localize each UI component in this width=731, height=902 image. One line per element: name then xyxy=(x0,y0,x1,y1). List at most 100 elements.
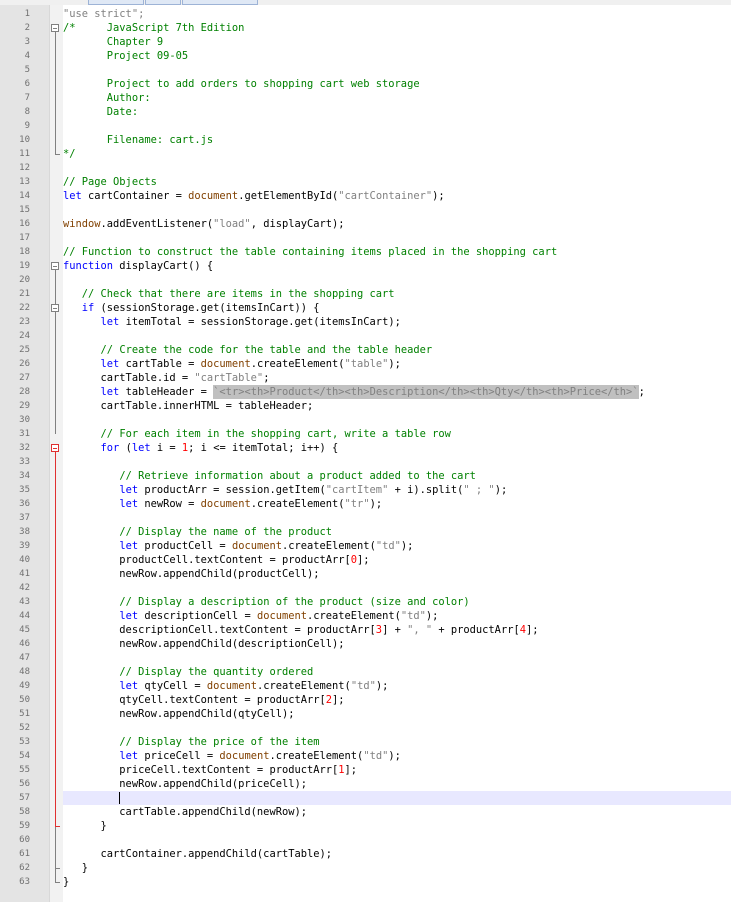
line-number: 63 xyxy=(19,877,30,887)
code-token: ); xyxy=(369,498,383,510)
line-number: 4 xyxy=(24,51,30,61)
code-token: ); xyxy=(388,358,401,370)
code-token: .createElement( xyxy=(307,610,401,622)
code-line[interactable]: Author: xyxy=(63,91,151,105)
code-line[interactable]: for (let i = 1; i <= itemTotal; i++) { xyxy=(63,441,339,455)
code-line[interactable]: let priceCell = document.createElement("… xyxy=(63,749,401,763)
code-line[interactable]: // Create the code for the table and the… xyxy=(63,343,433,357)
code-line[interactable]: Chapter 9 xyxy=(63,35,163,49)
code-line[interactable]: productCell.textContent = productArr[0]; xyxy=(63,553,369,567)
code-token: // Check that there are items in the sho… xyxy=(81,288,395,300)
code-line[interactable]: */ xyxy=(63,147,76,161)
code-token: "td" xyxy=(363,750,389,762)
code-line[interactable]: descriptionCell.textContent = productArr… xyxy=(63,623,538,637)
code-line[interactable]: } xyxy=(63,875,69,889)
code-line[interactable]: // Display a description of the product … xyxy=(63,595,469,609)
code-line[interactable]: let descriptionCell = document.createEle… xyxy=(63,609,438,623)
code-token: // For each item in the shopping cart, w… xyxy=(100,428,451,440)
code-line[interactable]: window.addEventListener("load", displayC… xyxy=(63,217,345,231)
code-line[interactable]: // Display the quantity ordered xyxy=(63,665,313,679)
code-line[interactable]: // Page Objects xyxy=(63,175,157,189)
code-token: cartTable = xyxy=(119,358,201,370)
code-token: */ xyxy=(63,148,76,160)
code-line[interactable]: cartTable.innerHTML = tableHeader; xyxy=(63,399,314,413)
code-line[interactable]: } xyxy=(63,819,107,833)
code-token: // Page Objects xyxy=(63,176,157,188)
code-token: ; xyxy=(263,372,270,384)
code-token: productCell.textContent = productArr[ xyxy=(63,554,351,566)
code-token: + productArr[ xyxy=(432,624,520,636)
code-line[interactable]: let productCell = document.createElement… xyxy=(63,539,413,553)
line-number: 61 xyxy=(19,849,30,859)
code-line[interactable]: Project to add orders to shopping cart w… xyxy=(63,77,420,91)
line-number: 51 xyxy=(19,709,30,719)
fold-collapse-icon[interactable] xyxy=(51,262,59,270)
code-line[interactable]: newRow.appendChild(descriptionCell); xyxy=(63,637,344,651)
code-line[interactable]: let cartContainer = document.getElementB… xyxy=(63,189,445,203)
code-line[interactable]: cartContainer.appendChild(cartTable); xyxy=(63,847,332,861)
code-token: priceCell.textContent = productArr[ xyxy=(63,764,339,776)
code-line[interactable]: // Display the name of the product xyxy=(63,525,332,539)
code-token: document xyxy=(200,358,251,370)
code-line[interactable]: qtyCell.textContent = productArr[2]; xyxy=(63,693,344,707)
line-number: 33 xyxy=(19,457,30,467)
code-line[interactable]: let itemTotal = sessionStorage.get(items… xyxy=(63,315,401,329)
code-line[interactable]: } xyxy=(63,861,88,875)
code-token: .addEventListener( xyxy=(100,218,214,230)
code-token: // Retrieve information about a product … xyxy=(119,470,476,482)
line-number: 9 xyxy=(24,121,30,131)
code-line[interactable]: newRow.appendChild(productCell); xyxy=(63,567,319,581)
code-token: document xyxy=(206,680,257,692)
code-line[interactable]: // Function to construct the table conta… xyxy=(63,245,557,259)
code-line[interactable]: /* JavaScript 7th Edition xyxy=(63,21,244,35)
code-line[interactable]: cartTable.appendChild(newRow); xyxy=(63,805,307,819)
line-number: 38 xyxy=(19,527,30,537)
line-number: 62 xyxy=(19,863,30,873)
code-token: // Display the quantity ordered xyxy=(119,666,314,678)
code-token: "td" xyxy=(350,680,376,692)
code-line[interactable]: newRow.appendChild(qtyCell); xyxy=(63,707,294,721)
line-number: 37 xyxy=(19,513,30,523)
line-number: 24 xyxy=(19,331,30,341)
code-token: /* JavaScript 7th Edition xyxy=(63,22,245,34)
code-token: "table" xyxy=(344,358,389,370)
code-line[interactable]: Date: xyxy=(63,105,138,119)
code-line[interactable]: // Check that there are items in the sho… xyxy=(63,287,395,301)
code-token: ", " xyxy=(407,624,433,636)
code-token: newRow = xyxy=(138,498,201,510)
code-line[interactable]: // Display the price of the item xyxy=(63,735,319,749)
code-line[interactable]: Project 09-05 xyxy=(63,49,188,63)
code-line[interactable]: // Retrieve information about a product … xyxy=(63,469,476,483)
code-line[interactable]: cartTable.id = "cartTable"; xyxy=(63,371,270,385)
code-line[interactable]: let cartTable = document.createElement("… xyxy=(63,357,401,371)
code-line[interactable]: // For each item in the shopping cart, w… xyxy=(63,427,451,441)
code-line[interactable]: function displayCart() { xyxy=(63,259,213,273)
code-token: priceCell = xyxy=(138,750,220,762)
code-token: .createElement( xyxy=(281,540,376,552)
line-number: 16 xyxy=(19,219,30,229)
code-token: // Display the name of the product xyxy=(119,526,333,538)
code-line[interactable]: priceCell.textContent = productArr[1]; xyxy=(63,763,357,777)
code-line[interactable]: let qtyCell = document.createElement("td… xyxy=(63,679,388,693)
code-line[interactable]: "use strict"; xyxy=(63,7,144,21)
code-line[interactable]: let newRow = document.createElement("tr"… xyxy=(63,497,382,511)
code-token: "use strict"; xyxy=(63,8,145,20)
fold-margin[interactable] xyxy=(49,5,64,902)
code-line[interactable]: if (sessionStorage.get(itemsInCart)) { xyxy=(63,301,320,315)
code-line[interactable]: Filename: cart.js xyxy=(63,133,213,147)
line-number: 39 xyxy=(19,541,30,551)
code-token: function xyxy=(63,260,114,272)
code-token: "tr" xyxy=(344,498,370,510)
code-line[interactable]: let tableHeader = `<tr><th>Product</th><… xyxy=(63,385,645,399)
code-token: Project to add orders to shopping cart w… xyxy=(63,78,420,90)
fold-collapse-icon[interactable] xyxy=(51,24,59,32)
code-line[interactable]: newRow.appendChild(priceCell); xyxy=(63,777,307,791)
fold-collapse-icon[interactable] xyxy=(51,444,59,452)
code-token: cartTable.appendChild(newRow); xyxy=(63,806,307,818)
code-line[interactable]: let productArr = session.getItem("cartIt… xyxy=(63,483,507,497)
fold-collapse-icon[interactable] xyxy=(51,304,59,312)
